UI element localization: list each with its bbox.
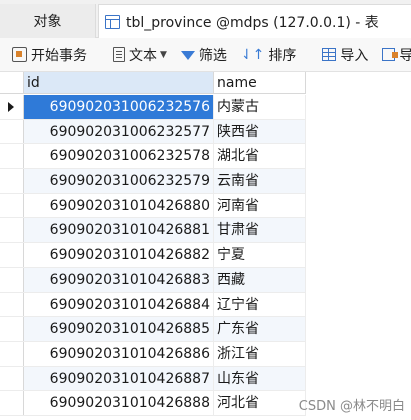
filter-icon — [180, 51, 195, 60]
tab-bar: 对象 tbl_province @mdps (127.0.0.1) - 表 — [0, 0, 411, 38]
column-header-name-label: name — [217, 74, 257, 91]
table-row[interactable]: 690902031010426880 河南省 — [0, 193, 306, 219]
begin-transaction-label: 开始事务 — [31, 47, 87, 64]
table-row[interactable]: 690902031006232578 湖北省 — [0, 144, 306, 170]
cell-id[interactable]: 690902031010426887 — [24, 366, 214, 391]
data-grid: id name 690902031006232576 内蒙古 690902031… — [0, 72, 411, 420]
cell-id[interactable]: 690902031010426880 — [24, 193, 214, 218]
table-row[interactable]: 690902031010426885 广东省 — [0, 317, 306, 342]
chevron-down-icon: ▼ — [160, 49, 167, 60]
import-label: 导入 — [340, 47, 369, 64]
transaction-icon — [12, 47, 27, 62]
watermark: CSDN @林不明白 — [298, 399, 405, 414]
cell-name[interactable]: 西藏 — [214, 267, 306, 292]
row-selector[interactable] — [0, 95, 24, 119]
begin-transaction-button[interactable]: 开始事务 — [12, 42, 87, 68]
tab-table[interactable]: tbl_province @mdps (127.0.0.1) - 表 — [98, 4, 411, 38]
table-row[interactable]: 690902031010426883 西藏 — [0, 267, 306, 293]
cell-name[interactable]: 甘肃省 — [214, 218, 306, 243]
row-selector[interactable] — [0, 119, 24, 144]
import-icon — [322, 48, 337, 61]
cell-name[interactable]: 内蒙古 — [214, 95, 306, 119]
table-row[interactable]: 690902031010426888 河北省 — [0, 391, 306, 416]
row-selector[interactable] — [0, 292, 24, 317]
cell-id[interactable]: 690902031006232576 — [24, 95, 214, 119]
table-row[interactable]: 690902031010426881 甘肃省 — [0, 218, 306, 244]
cell-name[interactable]: 陕西省 — [214, 119, 306, 144]
cell-id[interactable]: 690902031010426888 — [24, 391, 214, 415]
row-selector[interactable] — [0, 144, 24, 169]
cell-name[interactable]: 河南省 — [214, 193, 306, 218]
row-selector[interactable] — [0, 193, 24, 218]
filter-label: 筛选 — [198, 47, 227, 64]
table-row[interactable]: 690902031006232579 云南省 — [0, 169, 306, 194]
export-icon — [382, 48, 399, 61]
export-button[interactable]: 导 — [382, 42, 411, 68]
cell-name[interactable]: 辽宁省 — [214, 292, 306, 317]
export-label: 导 — [399, 47, 411, 64]
cell-id[interactable]: 690902031010426884 — [24, 292, 214, 317]
row-selector[interactable] — [0, 366, 24, 391]
toolbar: 开始事务 文本 ▼ 筛选 ⇃↑ 排序 导入 导 — [0, 38, 411, 72]
cell-name[interactable]: 山东省 — [214, 366, 306, 391]
cell-id[interactable]: 690902031006232577 — [24, 119, 214, 144]
cell-id[interactable]: 690902031010426885 — [24, 317, 214, 341]
tab-objects-label: 对象 — [33, 14, 62, 30]
cell-name[interactable]: 湖北省 — [214, 144, 306, 169]
cell-id[interactable]: 690902031010426882 — [24, 243, 214, 267]
row-selector[interactable] — [0, 218, 24, 243]
cell-name[interactable]: 云南省 — [214, 169, 306, 193]
text-label: 文本 — [129, 47, 157, 64]
row-selector[interactable] — [0, 267, 24, 292]
column-header-name[interactable]: name — [214, 72, 306, 94]
table-row[interactable]: 690902031010426886 浙江省 — [0, 341, 306, 367]
table-row[interactable]: 690902031010426887 山东省 — [0, 366, 306, 392]
row-selector[interactable] — [0, 341, 24, 366]
cell-name[interactable]: 广东省 — [214, 317, 306, 341]
cell-name[interactable]: 宁夏 — [214, 243, 306, 267]
row-selector[interactable] — [0, 169, 24, 193]
text-button[interactable]: 文本 ▼ — [113, 42, 167, 68]
sort-icon: ⇃↑ — [240, 46, 265, 63]
table-row[interactable]: 690902031006232577 陕西省 — [0, 119, 306, 145]
row-number-header — [0, 72, 24, 94]
sort-label: 排序 — [268, 47, 297, 64]
column-header-id[interactable]: id — [24, 72, 214, 94]
cell-id[interactable]: 690902031006232578 — [24, 144, 214, 169]
cell-name[interactable]: 浙江省 — [214, 341, 306, 366]
cell-id[interactable]: 690902031006232579 — [24, 169, 214, 193]
table-row[interactable]: 690902031010426884 辽宁省 — [0, 292, 306, 318]
sort-button[interactable]: ⇃↑ 排序 — [241, 42, 296, 68]
grid-rows: 690902031006232576 内蒙古 69090203100623257… — [0, 95, 306, 416]
cell-id[interactable]: 690902031010426886 — [24, 341, 214, 366]
row-selector[interactable] — [0, 317, 24, 341]
cell-id[interactable]: 690902031010426881 — [24, 218, 214, 243]
row-selector[interactable] — [0, 243, 24, 267]
table-row[interactable]: 690902031006232576 内蒙古 — [0, 95, 306, 120]
table-row[interactable]: 690902031010426882 宁夏 — [0, 243, 306, 268]
row-selector[interactable] — [0, 391, 24, 415]
import-button[interactable]: 导入 — [322, 42, 368, 68]
cell-name[interactable]: 河北省 — [214, 391, 306, 415]
filter-button[interactable]: 筛选 — [180, 42, 227, 68]
text-icon — [113, 47, 125, 62]
cell-id[interactable]: 690902031010426883 — [24, 267, 214, 292]
current-row-pointer-icon — [8, 102, 14, 112]
tab-table-label: tbl_province @mdps (127.0.0.1) - 表 — [126, 14, 379, 31]
table-icon — [105, 14, 120, 29]
tab-objects[interactable]: 对象 — [0, 4, 96, 38]
column-header-id-label: id — [27, 74, 40, 91]
